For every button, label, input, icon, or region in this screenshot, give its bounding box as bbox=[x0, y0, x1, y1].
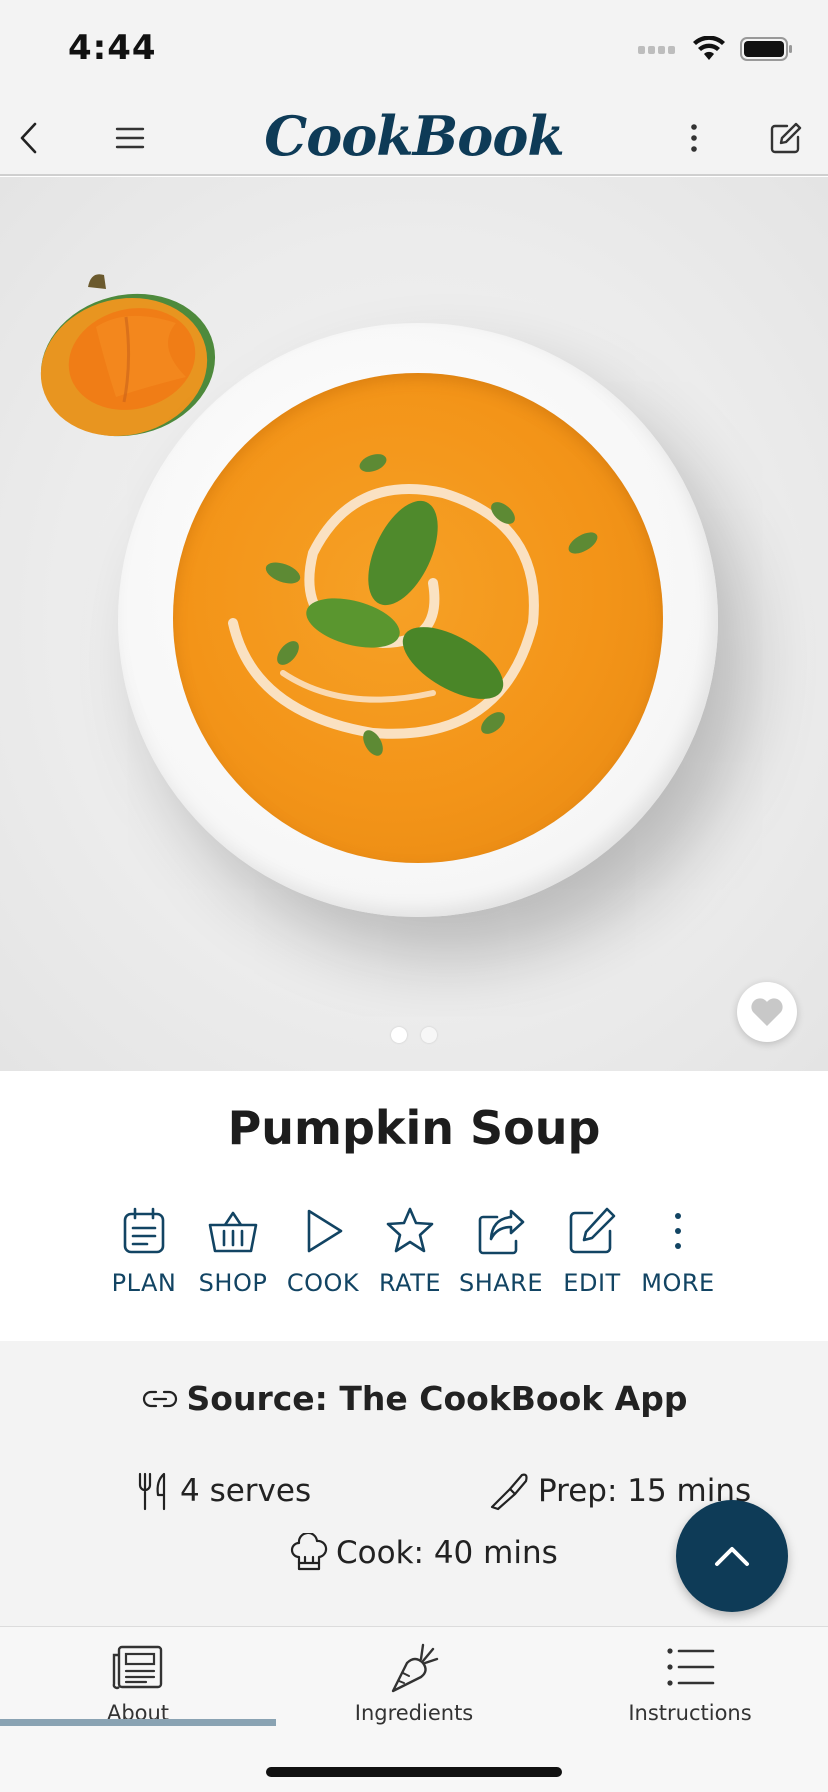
status-time: 4:44 bbox=[68, 28, 157, 68]
tab-instructions[interactable]: Instructions bbox=[552, 1641, 828, 1725]
cook-time-info: Cook: 40 mins bbox=[290, 1533, 558, 1573]
home-indicator[interactable] bbox=[266, 1767, 562, 1777]
app-header: CookBook bbox=[0, 100, 828, 176]
cook-button[interactable]: COOK bbox=[278, 1205, 368, 1297]
status-bar: 4:44 bbox=[0, 0, 828, 100]
heart-icon bbox=[751, 998, 783, 1026]
plan-label: PLAN bbox=[111, 1269, 177, 1297]
share-icon bbox=[478, 1209, 525, 1255]
recipe-actions: PLAN SHOP COOK RATE SHARE EDIT MORE bbox=[100, 1205, 722, 1297]
tab-instructions-label: Instructions bbox=[628, 1701, 752, 1725]
fork-knife-icon bbox=[138, 1472, 166, 1511]
calendar-icon bbox=[123, 1207, 165, 1254]
recipe-hero-image[interactable] bbox=[0, 177, 828, 1071]
more-vertical-icon bbox=[691, 124, 697, 152]
cream-swirl-icon bbox=[228, 454, 598, 756]
pagination-dot-2[interactable] bbox=[421, 1027, 437, 1043]
edit-icon bbox=[569, 1207, 616, 1254]
knife-icon bbox=[490, 1473, 528, 1511]
edit-button[interactable] bbox=[760, 112, 812, 164]
shop-button[interactable]: SHOP bbox=[188, 1205, 278, 1297]
wifi-icon bbox=[693, 36, 725, 60]
edit-recipe-button[interactable]: EDIT bbox=[550, 1205, 634, 1297]
servings-text: 4 serves bbox=[180, 1473, 312, 1509]
active-tab-indicator bbox=[0, 1719, 276, 1726]
newspaper-icon bbox=[112, 1645, 163, 1690]
basket-icon bbox=[208, 1211, 258, 1253]
star-icon bbox=[386, 1207, 434, 1253]
link-icon bbox=[142, 1390, 177, 1407]
tab-ingredients[interactable]: Ingredients bbox=[276, 1641, 552, 1725]
cellular-signal-icon bbox=[638, 46, 675, 54]
status-icons bbox=[638, 36, 794, 62]
recipe-header: Pumpkin Soup PLAN SHOP COOK RATE SHARE E… bbox=[0, 1071, 828, 1341]
scroll-to-top-button[interactable] bbox=[676, 1500, 788, 1612]
edit-icon bbox=[770, 122, 802, 154]
cook-label: COOK bbox=[286, 1269, 360, 1297]
recipe-title: Pumpkin Soup bbox=[227, 1101, 601, 1155]
tab-ingredients-label: Ingredients bbox=[354, 1701, 474, 1725]
cook-time-text: Cook: 40 mins bbox=[336, 1535, 558, 1571]
chef-hat-icon bbox=[290, 1533, 328, 1571]
play-icon bbox=[307, 1209, 343, 1253]
more-label: MORE bbox=[641, 1269, 715, 1297]
rate-label: RATE bbox=[378, 1269, 442, 1297]
share-label: SHARE bbox=[458, 1269, 544, 1297]
more-actions-button[interactable]: MORE bbox=[634, 1205, 722, 1297]
shop-label: SHOP bbox=[198, 1269, 268, 1297]
recipe-source[interactable]: Source: The CookBook App bbox=[0, 1379, 828, 1418]
plan-button[interactable]: PLAN bbox=[100, 1205, 188, 1297]
tab-about[interactable]: About bbox=[0, 1641, 276, 1725]
image-pagination[interactable] bbox=[0, 1027, 828, 1043]
list-icon bbox=[667, 1648, 715, 1686]
source-text: Source: The CookBook App bbox=[186, 1379, 688, 1418]
rate-button[interactable]: RATE bbox=[368, 1205, 452, 1297]
servings-info: 4 serves bbox=[136, 1471, 311, 1511]
soup-surface bbox=[173, 373, 663, 863]
more-options-button[interactable] bbox=[668, 112, 720, 164]
edit-label: EDIT bbox=[563, 1269, 621, 1297]
carrot-icon bbox=[391, 1643, 439, 1693]
battery-icon bbox=[740, 37, 792, 61]
more-vertical-icon bbox=[675, 1213, 681, 1249]
chevron-up-icon bbox=[715, 1547, 749, 1566]
favorite-button[interactable] bbox=[737, 982, 797, 1042]
soup-bowl-icon bbox=[118, 323, 718, 917]
share-button[interactable]: SHARE bbox=[452, 1205, 550, 1297]
pagination-dot-1[interactable] bbox=[391, 1027, 407, 1043]
